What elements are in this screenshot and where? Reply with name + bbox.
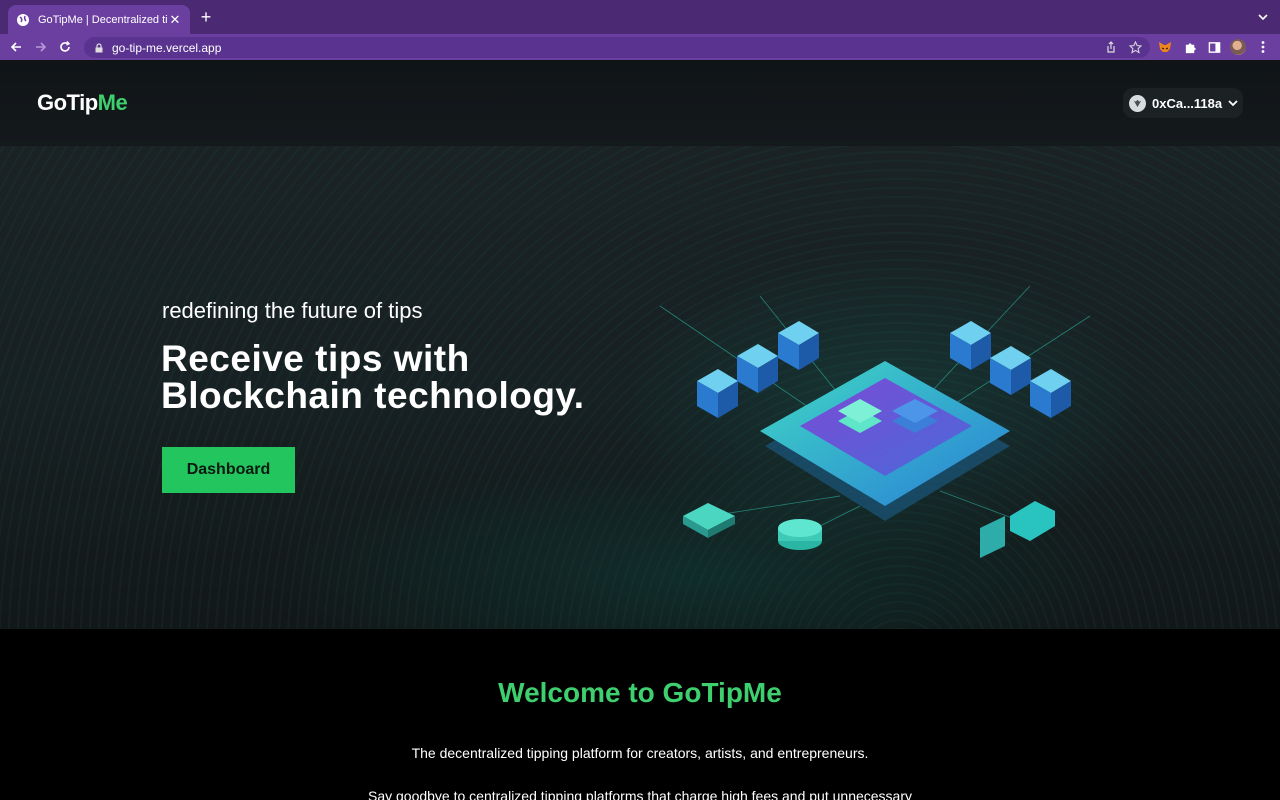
- lock-icon: [94, 42, 104, 53]
- wallet-icon: [1129, 94, 1146, 112]
- welcome-paragraph-2: Say goodbye to centralized tipping platf…: [367, 788, 912, 800]
- hero-tagline: redefining the future of tips: [162, 298, 423, 323]
- browser-toolbar: go-tip-me.vercel.app: [0, 34, 1280, 60]
- reload-icon[interactable]: [57, 39, 73, 55]
- wallet-address: 0xCa...118a: [1152, 95, 1223, 111]
- wallet-button[interactable]: 0xCa...118a: [1123, 88, 1243, 118]
- back-icon[interactable]: [8, 39, 24, 55]
- welcome-section: Welcome to GoTipMe The decentralized tip…: [0, 629, 1280, 800]
- forward-icon[interactable]: [33, 39, 49, 55]
- chevron-down-icon: [1227, 97, 1239, 109]
- tab-title: GoTipMe | Decentralized tips: [38, 13, 168, 26]
- url-text: go-tip-me.vercel.app: [112, 40, 222, 55]
- tab-search-chevron-icon[interactable]: [1256, 10, 1270, 24]
- menu-icon[interactable]: [1255, 39, 1271, 55]
- extensions-icon[interactable]: [1182, 39, 1198, 55]
- browser-tab[interactable]: GoTipMe | Decentralized tips ✕: [8, 5, 190, 34]
- star-icon[interactable]: [1127, 39, 1143, 55]
- welcome-title: Welcome to GoTipMe: [498, 677, 782, 708]
- logo-text-gotip: GoTip: [37, 90, 98, 115]
- site-logo[interactable]: GoTipMe: [37, 90, 128, 116]
- headline-line-2: Blockchain technology.: [161, 375, 585, 416]
- browser-tab-bar: GoTipMe | Decentralized tips ✕ +: [0, 0, 1280, 34]
- hero-headline: Receive tips with Blockchain technology.: [161, 340, 641, 414]
- metamask-icon[interactable]: [1157, 39, 1173, 55]
- logo-text-me: Me: [97, 90, 128, 115]
- new-tab-button[interactable]: +: [198, 8, 214, 26]
- sidepanel-icon[interactable]: [1206, 39, 1222, 55]
- headline-line-1: Receive tips with: [161, 338, 470, 379]
- globe-icon: [16, 13, 30, 27]
- dashboard-button[interactable]: Dashboard: [162, 447, 295, 493]
- welcome-paragraph-1: The decentralized tipping platform for c…: [411, 745, 869, 761]
- page: GoTipMe 0xCa...118a redefining the futur…: [0, 60, 1280, 800]
- share-icon[interactable]: [1103, 39, 1119, 55]
- close-icon[interactable]: ✕: [168, 12, 182, 27]
- site-header: GoTipMe 0xCa...118a: [0, 60, 1280, 146]
- hero-section: redefining the future of tips Receive ti…: [0, 146, 1280, 629]
- profile-avatar[interactable]: [1230, 39, 1246, 55]
- blockchain-illustration: [659, 285, 1091, 558]
- address-bar[interactable]: go-tip-me.vercel.app: [84, 37, 1150, 58]
